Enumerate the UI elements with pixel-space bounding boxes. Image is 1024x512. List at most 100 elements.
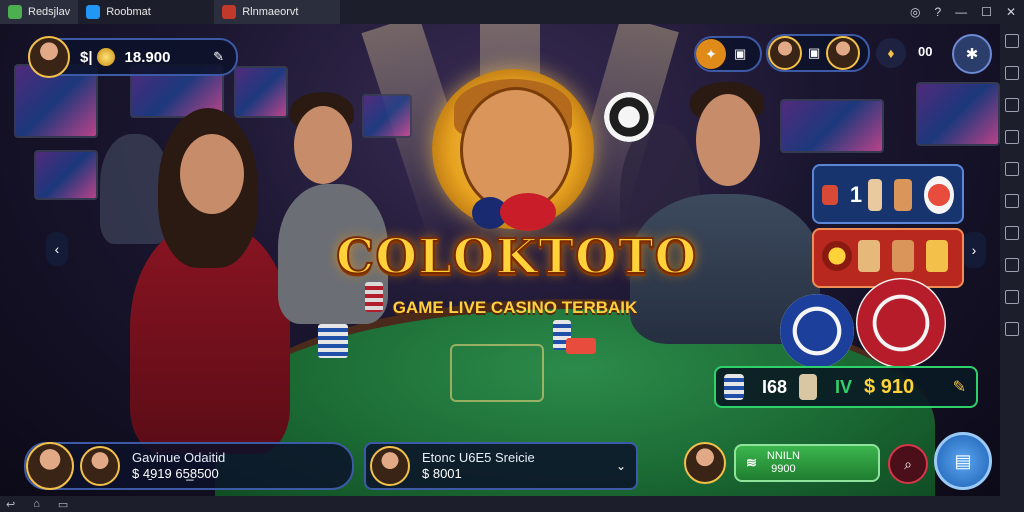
chip-icon[interactable]: [604, 92, 654, 142]
bet-value: $ 910: [864, 375, 915, 398]
slot-machine: [34, 150, 98, 200]
toolbar-button[interactable]: [1005, 194, 1019, 208]
balance-hud: $| 18.900 ✎: [28, 36, 238, 78]
bet-value: I68: [762, 376, 788, 397]
toolbar-button[interactable]: [1005, 130, 1019, 144]
game-icon: [222, 5, 237, 19]
trophy-icon[interactable]: ✦: [696, 39, 726, 69]
chip-stack-icon: [724, 374, 744, 400]
dealer-face: [696, 94, 760, 186]
chip-icon: [822, 241, 852, 271]
bonus-value: 1: [849, 182, 863, 207]
settings-icon[interactable]: ◎: [910, 5, 920, 19]
search-icon[interactable]: ⌕: [888, 444, 928, 484]
chevron-left-icon[interactable]: ‹: [46, 232, 68, 266]
dice-icon: [822, 185, 838, 205]
close-icon[interactable]: ✕: [1006, 5, 1016, 19]
bell-icon[interactable]: ♦: [876, 38, 906, 68]
avatar[interactable]: [826, 36, 861, 70]
toolbar-button[interactable]: [1005, 258, 1019, 272]
home-icon[interactable]: ⌂: [33, 498, 40, 510]
avatar[interactable]: [28, 36, 70, 78]
star-chip-icon: [856, 278, 946, 368]
game-scene: COLOKTOTO GAME LIVE CASINO TERBAIK $| 18…: [0, 24, 1000, 496]
maximize-icon[interactable]: ☐: [981, 5, 992, 19]
wall-screen: [780, 99, 884, 153]
chip-icon: [923, 176, 954, 214]
chevron-down-icon[interactable]: ⌄: [616, 459, 626, 473]
pencil-icon[interactable]: ✎: [213, 49, 224, 65]
action-icon: ≋: [746, 455, 757, 470]
avatar[interactable]: [768, 36, 802, 70]
game-subtitle: GAME LIVE CASINO TERBAIK: [392, 298, 638, 317]
avatar[interactable]: [26, 442, 74, 490]
toolbar-button[interactable]: [1005, 226, 1019, 240]
side-toolbar: [1000, 24, 1024, 496]
bet-value: IV: [835, 376, 853, 397]
action-button[interactable]: ≋ NNILN 9900: [734, 444, 880, 482]
app-icon: [8, 5, 22, 19]
wall-screen: [362, 94, 412, 138]
avatar[interactable]: [370, 446, 410, 486]
player-amount: $ 8001: [422, 466, 462, 481]
action-label: NNILN: [766, 450, 800, 462]
balance-prefix: $|: [80, 48, 93, 66]
tab-label: Roobmat: [106, 6, 151, 18]
store-icon: [86, 5, 101, 19]
character-icon: [894, 179, 912, 211]
count-label: 00: [918, 44, 933, 59]
tab-redsjlav[interactable]: Redsjlav: [0, 0, 79, 24]
chat-icon[interactable]: ▣: [808, 45, 820, 61]
wall-screen: [916, 82, 1000, 146]
back-icon[interactable]: ↩: [6, 498, 15, 511]
toolbar-button[interactable]: [1005, 322, 1019, 336]
chevron-right-icon[interactable]: ›: [962, 232, 986, 268]
player-panel-2[interactable]: Etonc U6E5 Sreicie $ 8001 ⌄: [364, 442, 638, 490]
tab-rlnmaeorvt[interactable]: Rlnmaeorvt: [214, 0, 341, 24]
card-icon: [858, 240, 880, 272]
coin-icon: [96, 48, 115, 66]
edit-icon[interactable]: ✎: [953, 377, 966, 397]
help-icon[interactable]: ?: [934, 5, 941, 19]
female-player-face: [180, 134, 244, 214]
toolbar-button[interactable]: [1005, 98, 1019, 112]
toolbar-button[interactable]: [1005, 34, 1019, 48]
player-panel-1[interactable]: Gavinue Odaitid $ 4̱919 65̲8500: [24, 442, 354, 490]
player-name: Etonc U6E5 Sreicie: [422, 450, 535, 465]
gift-icon[interactable]: ▣: [734, 46, 746, 62]
male-player-face: [294, 106, 352, 184]
balance-value: 18.900: [124, 48, 171, 66]
game-title: COLOKTOTO: [335, 228, 698, 286]
player-name: Gavinue Odaitid: [132, 450, 226, 465]
player-amount: $ 4̱919 65̲8500: [132, 466, 219, 481]
friends-hud: ▣: [766, 34, 870, 72]
character-icon: [892, 240, 914, 272]
action-amount: 9900: [771, 463, 796, 475]
recent-icon[interactable]: ▭: [58, 498, 68, 511]
map-icon[interactable]: ▤: [934, 432, 992, 490]
settings-gear-icon[interactable]: ✱: [952, 34, 992, 74]
avatar[interactable]: [80, 446, 120, 486]
card-icon: [799, 374, 818, 400]
tab-label: Redsjlav: [28, 6, 71, 18]
table-marking: [450, 344, 544, 402]
game-logo-emblem: [432, 69, 594, 231]
chip-stack: [318, 324, 348, 358]
minimize-icon[interactable]: —: [955, 5, 967, 19]
rewards-hud: ✦ ▣: [694, 36, 762, 72]
card-icon: [868, 179, 883, 211]
bet-bar[interactable]: I68 IV $ 910 ✎: [714, 366, 978, 408]
tab-roobmat[interactable]: Roobmat: [78, 0, 214, 24]
toolbar-button[interactable]: [1005, 290, 1019, 304]
window-titlebar: Redsjlav Roobmat Rlnmaeorvt ◎ ? — ☐ ✕: [0, 0, 1024, 24]
card-icon: [926, 240, 948, 272]
tab-label: Rlnmaeorvt: [242, 6, 299, 18]
toolbar-button[interactable]: [1005, 162, 1019, 176]
toolbar-button[interactable]: [1005, 66, 1019, 80]
chip-icon: [780, 294, 854, 368]
bonus-panel[interactable]: 1: [812, 164, 964, 224]
avatar[interactable]: [684, 442, 726, 484]
dice: [566, 338, 596, 354]
nav-bar: ↩ ⌂ ▭: [0, 496, 1024, 512]
logo-dice-icon: [500, 193, 556, 231]
